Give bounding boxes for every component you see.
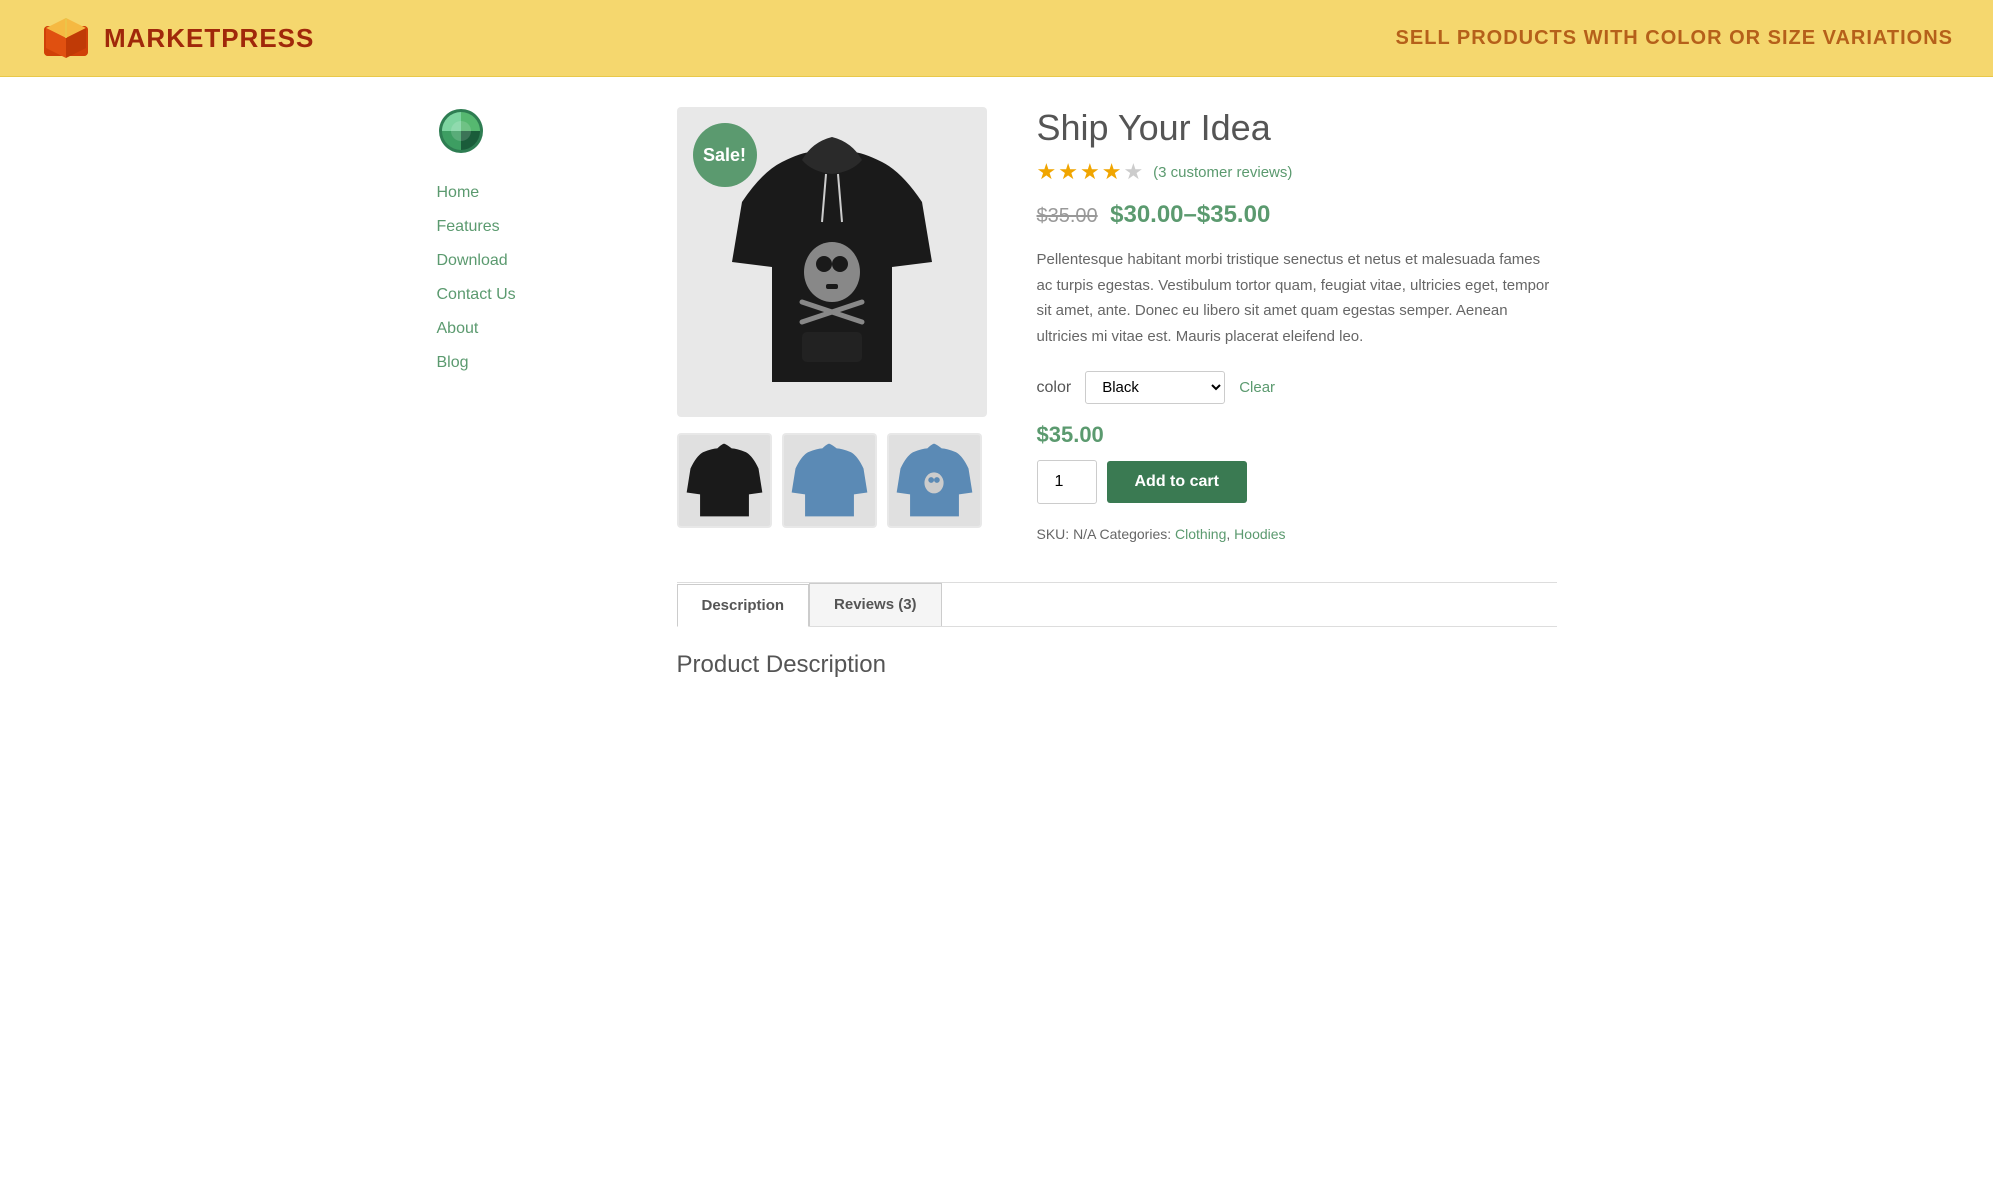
thumbnail-2-svg: [784, 435, 875, 526]
category-hoodies[interactable]: Hoodies: [1234, 526, 1285, 542]
category-clothing[interactable]: Clothing: [1175, 526, 1226, 542]
review-link[interactable]: (3 customer reviews): [1153, 164, 1292, 181]
product-info: Ship Your Idea ★ ★ ★ ★ ★ (3 customer rev…: [1017, 107, 1557, 542]
header: MARKETPRESS SELL PRODUCTS WITH COLOR OR …: [0, 0, 1993, 77]
sku-label: SKU: N/A: [1037, 526, 1096, 542]
thumbnail-3-svg: [889, 435, 980, 526]
thumbnail-1-svg: [679, 435, 770, 526]
tab-content-description: Product Description: [677, 626, 1557, 703]
color-select[interactable]: Black Blue: [1085, 371, 1225, 404]
star-2: ★: [1058, 159, 1078, 185]
tab-reviews[interactable]: Reviews (3): [809, 583, 942, 626]
color-label: color: [1037, 379, 1072, 397]
rating-row: ★ ★ ★ ★ ★ (3 customer reviews): [1037, 159, 1557, 185]
star-5: ★: [1123, 159, 1143, 185]
star-4: ★: [1102, 159, 1122, 185]
cart-price: $35.00: [1037, 422, 1557, 448]
thumbnail-3[interactable]: [887, 433, 982, 528]
sidebar-item-home[interactable]: Home: [437, 180, 637, 206]
cart-row: Add to cart: [1037, 460, 1557, 504]
logo-text: MARKETPRESS: [104, 23, 314, 54]
quantity-input[interactable]: [1037, 460, 1097, 504]
add-to-cart-button[interactable]: Add to cart: [1107, 461, 1247, 503]
price-row: $35.00 $30.00–$35.00: [1037, 201, 1557, 229]
product-area: Sale!: [677, 107, 1557, 703]
thumbnail-2[interactable]: [782, 433, 877, 528]
main-layout: Home Features Download Contact Us About …: [397, 107, 1597, 703]
sidebar-item-blog[interactable]: Blog: [437, 350, 637, 376]
sidebar-item-contact[interactable]: Contact Us: [437, 282, 637, 308]
tab-description[interactable]: Description: [677, 584, 810, 627]
sidebar-nav: Home Features Download Contact Us About …: [437, 180, 637, 376]
images-column: Sale!: [677, 107, 987, 542]
sidebar-avatar-icon: [437, 107, 485, 155]
product-thumbnails: [677, 433, 987, 528]
clear-link[interactable]: Clear: [1239, 379, 1275, 396]
tab-content-heading: Product Description: [677, 651, 1557, 679]
sidebar-item-about[interactable]: About: [437, 316, 637, 342]
logo-icon: [40, 12, 92, 64]
price-old: $35.00: [1037, 205, 1098, 227]
star-rating: ★ ★ ★ ★ ★: [1037, 159, 1144, 185]
header-tagline: SELL PRODUCTS WITH COLOR OR SIZE VARIATI…: [1396, 27, 1953, 50]
sidebar-item-features[interactable]: Features: [437, 214, 637, 240]
sidebar-item-download[interactable]: Download: [437, 248, 637, 274]
star-3: ★: [1080, 159, 1100, 185]
product-title: Ship Your Idea: [1037, 107, 1557, 149]
sidebar: Home Features Download Contact Us About …: [437, 107, 637, 703]
categories-label: Categories:: [1100, 526, 1175, 542]
star-1: ★: [1037, 159, 1057, 185]
sale-badge: Sale!: [693, 123, 757, 187]
product-description: Pellentesque habitant morbi tristique se…: [1037, 247, 1557, 349]
tabs-section: Description Reviews (3) Product Descript…: [677, 582, 1557, 703]
color-selector-row: color Black Blue Clear: [1037, 371, 1557, 404]
product-meta: SKU: N/A Categories: Clothing, Hoodies: [1037, 526, 1557, 542]
product-columns: Sale!: [677, 107, 1557, 542]
logo: MARKETPRESS: [40, 12, 314, 64]
price-new: $30.00–$35.00: [1110, 201, 1270, 228]
product-images: Sale!: [677, 107, 987, 417]
tabs-header: Description Reviews (3): [677, 583, 1557, 626]
thumbnail-1[interactable]: [677, 433, 772, 528]
